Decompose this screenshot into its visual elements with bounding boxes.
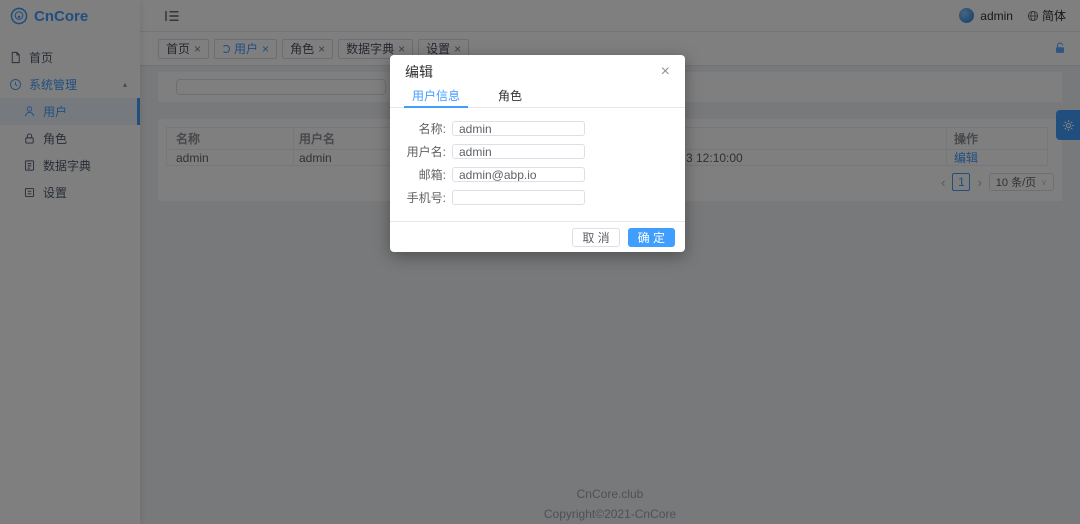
dialog-tabs: 用户信息 角色 [390,89,685,108]
dialog-title: 编辑 [405,62,433,82]
cancel-button[interactable]: 取 消 [572,228,619,247]
phone-field[interactable] [452,190,585,205]
name-field[interactable] [452,121,585,136]
app-root: CnCore 首页 系统管理 ▴ 用户 角色 数据字典 [0,0,1080,524]
username-field[interactable] [452,144,585,159]
edit-dialog: 编辑 × 用户信息 角色 名称: 用户名: 邮箱: 手机号: [390,55,685,252]
email-label: 邮箱: [390,166,452,183]
dialog-header: 编辑 × [390,55,685,89]
email-field[interactable] [452,167,585,182]
name-label: 名称: [390,120,452,137]
dialog-footer: 取 消 确 定 [390,221,685,252]
close-icon[interactable]: × [661,64,670,80]
username-label: 用户名: [390,143,452,160]
tab-role[interactable]: 角色 [490,89,530,107]
user-form: 名称: 用户名: 邮箱: 手机号: [390,108,685,205]
tab-user-info[interactable]: 用户信息 [404,89,468,107]
confirm-button[interactable]: 确 定 [628,228,675,247]
phone-label: 手机号: [390,189,452,206]
